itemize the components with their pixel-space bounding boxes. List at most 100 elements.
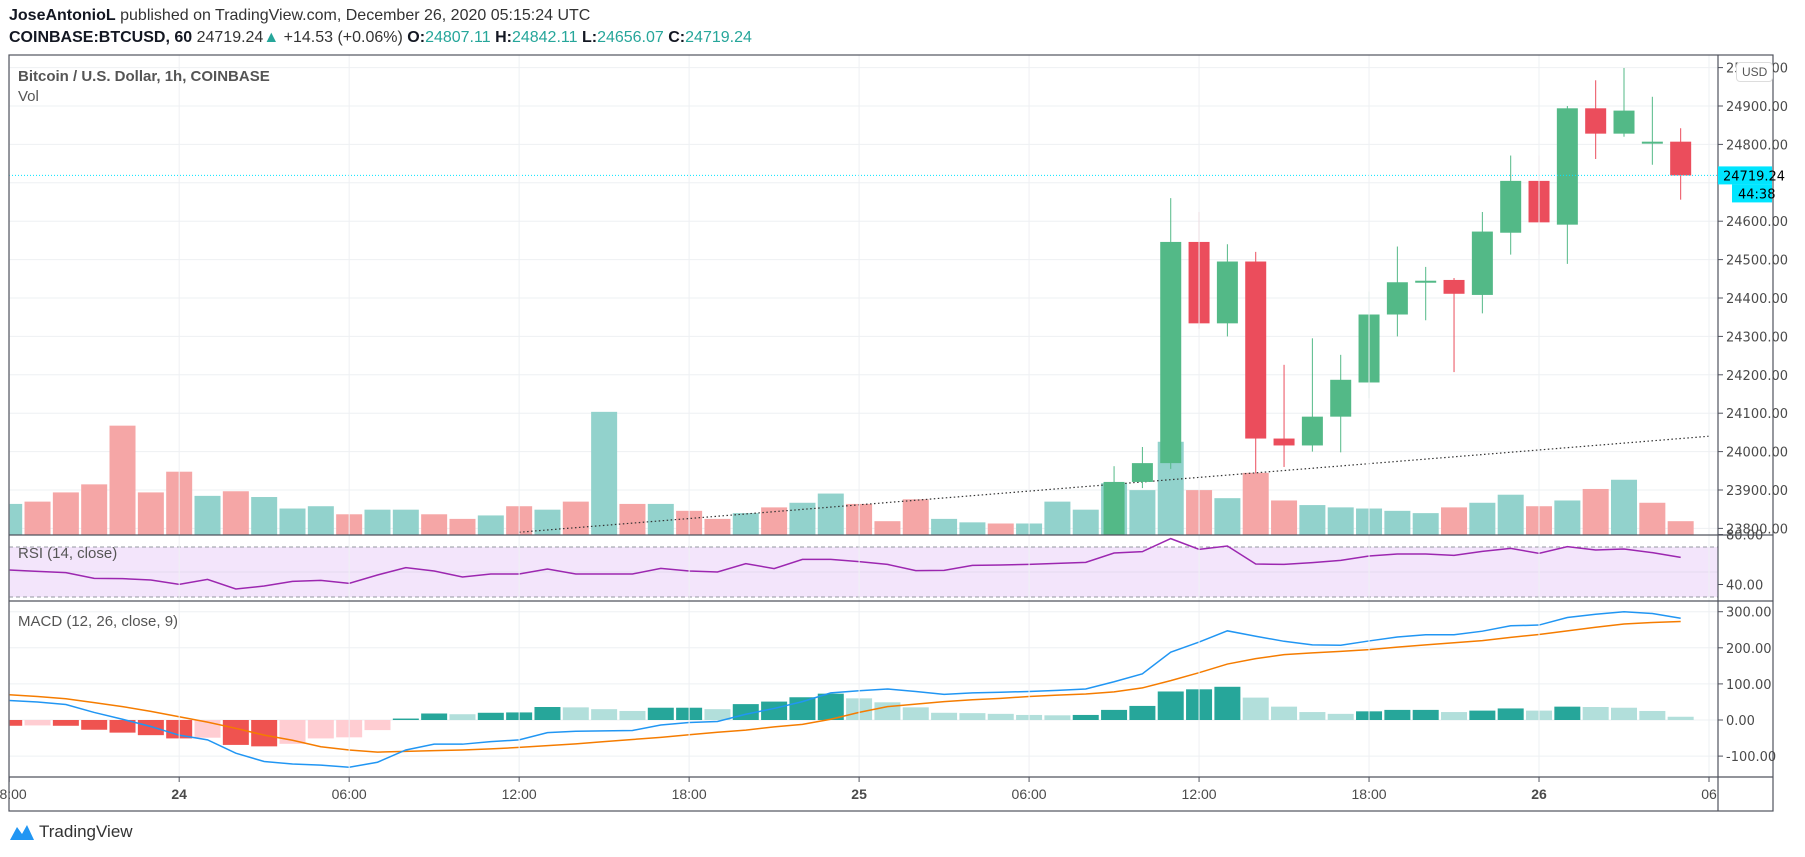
volume-bar xyxy=(1044,501,1071,535)
main-legend: Bitcoin / U.S. Dollar, 1h, COINBASE xyxy=(18,68,270,85)
macd-tick-label: 0.00 xyxy=(1726,714,1755,729)
macd-histogram-bar xyxy=(1072,714,1099,720)
volume-bar xyxy=(222,491,249,535)
candle-body xyxy=(1415,280,1437,283)
volume-bar xyxy=(109,425,136,535)
chart-canvas[interactable]: 25000.0024900.0024800.0024600.0024500.00… xyxy=(0,0,1805,857)
macd-histogram-bar xyxy=(52,720,79,726)
macd-histogram-bar xyxy=(9,720,23,726)
macd-histogram-bar xyxy=(222,720,249,745)
volume-bar xyxy=(279,508,306,535)
volume-bar xyxy=(1327,507,1354,535)
macd-histogram-bar xyxy=(81,720,108,730)
macd-histogram-bar xyxy=(1412,709,1439,720)
macd-histogram-bar xyxy=(647,707,674,720)
volume-bar xyxy=(959,522,986,535)
volume-bar xyxy=(24,501,51,535)
macd-histogram-bar xyxy=(789,697,816,720)
volume-bar xyxy=(817,493,844,535)
macd-histogram-bar xyxy=(1101,709,1128,720)
volume-bar xyxy=(137,492,164,535)
volume-bar xyxy=(194,495,221,535)
macd-tick-label: -100.00 xyxy=(1726,750,1776,765)
macd-histogram-bar xyxy=(1441,712,1468,720)
volume-bar xyxy=(1412,513,1439,535)
volume-bar xyxy=(1214,498,1241,535)
macd-histogram-bar xyxy=(1129,705,1156,720)
macd-histogram-bar xyxy=(1639,710,1666,720)
candle-body xyxy=(1386,282,1408,315)
macd-histogram-bar xyxy=(1044,715,1071,720)
volume-bar xyxy=(704,518,731,535)
volume-bar xyxy=(81,484,108,535)
candle-body xyxy=(1273,438,1295,446)
price-tick-label: 24800.00 xyxy=(1726,138,1788,153)
candle-body xyxy=(1216,261,1238,324)
macd-histogram-bar xyxy=(1157,691,1184,720)
candle-body xyxy=(1585,108,1607,134)
volume-bar xyxy=(421,514,448,535)
brand-name: TradingView xyxy=(39,822,133,841)
volume-bar xyxy=(1469,502,1496,535)
time-tick-label: 06 xyxy=(1701,786,1717,802)
volume-bar xyxy=(732,513,759,535)
macd-histogram-bar xyxy=(307,720,334,739)
volume-bar xyxy=(449,518,476,535)
last-price-tag-text: 24719.24 xyxy=(1723,169,1785,184)
volume-bar xyxy=(52,492,79,535)
volume-bar xyxy=(647,503,674,535)
chart-frame xyxy=(8,54,1774,812)
volume-bar xyxy=(874,521,901,535)
macd-histogram-bar xyxy=(534,707,561,720)
candle-body xyxy=(1613,110,1635,134)
volume-bar xyxy=(902,499,929,535)
tradingview-logo[interactable]: TradingView xyxy=(9,822,133,842)
macd-histogram-bar xyxy=(987,713,1014,720)
candle-body xyxy=(1131,463,1153,482)
macd-histogram-bar xyxy=(1271,706,1298,720)
volume-bar xyxy=(987,523,1014,535)
price-tick-label: 24400.00 xyxy=(1726,292,1788,307)
time-tick-label: 18:00 xyxy=(672,786,707,802)
countdown-text: 44:38 xyxy=(1738,187,1775,202)
volume-bar xyxy=(1639,502,1666,535)
volume-bar xyxy=(1582,488,1609,535)
volume-bar xyxy=(1299,505,1326,535)
time-tick-label: 12:00 xyxy=(502,786,537,802)
volume-bar xyxy=(1441,507,1468,535)
price-tick-label: 24900.00 xyxy=(1726,100,1788,115)
candle-body xyxy=(1670,141,1692,176)
candle-body xyxy=(1471,231,1493,295)
time-tick-label: 06:00 xyxy=(1012,786,1047,802)
currency-badge[interactable]: USD xyxy=(1736,62,1774,82)
candle-body xyxy=(1301,416,1323,446)
macd-histogram-bar xyxy=(1214,686,1241,720)
candle-body xyxy=(1556,108,1578,225)
time-tick-label: 18:00 xyxy=(0,786,27,802)
rsi-tick-label: 40.00 xyxy=(1726,579,1763,594)
macd-histogram-bar xyxy=(562,707,589,720)
volume-bar xyxy=(1129,490,1156,535)
macd-histogram-bar xyxy=(1554,706,1581,720)
macd-histogram-bar xyxy=(1299,712,1326,720)
price-tick-label: 24300.00 xyxy=(1726,330,1788,345)
macd-histogram-bar xyxy=(1327,713,1354,720)
time-tick-label: 18:00 xyxy=(1352,786,1387,802)
volume-bar xyxy=(789,502,816,535)
volume-bar xyxy=(1611,479,1638,535)
macd-histogram-bar xyxy=(817,693,844,720)
macd-tick-label: 300.00 xyxy=(1726,606,1772,621)
rsi-pane xyxy=(9,537,1718,598)
macd-histogram-bar xyxy=(421,713,448,720)
time-tick-label: 06:00 xyxy=(332,786,367,802)
volume-bar xyxy=(251,497,278,535)
macd-histogram-bar xyxy=(392,718,419,720)
macd-histogram-bar xyxy=(931,712,958,720)
volume-bar xyxy=(1271,500,1298,535)
macd-tick-label: 100.00 xyxy=(1726,678,1772,693)
volume-bar xyxy=(307,506,334,535)
volume-bar xyxy=(477,515,504,535)
rsi-legend: RSI (14, close) xyxy=(18,545,118,562)
macd-histogram-bar xyxy=(959,713,986,720)
volume-bar xyxy=(619,503,646,535)
